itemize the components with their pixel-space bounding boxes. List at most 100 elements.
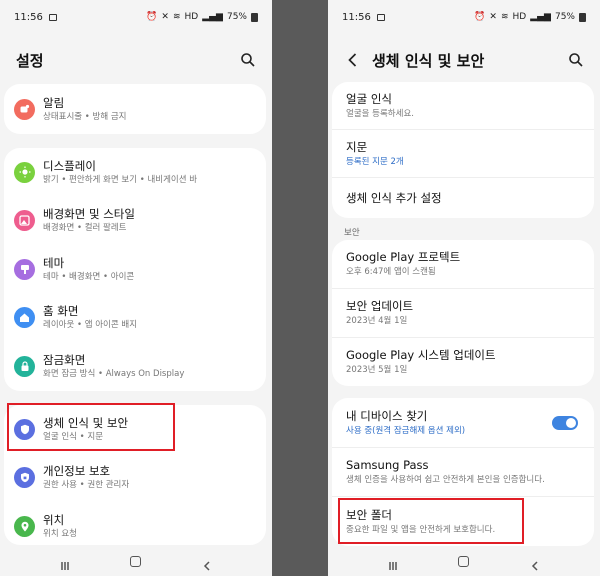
- item-sub: 레이아웃 • 앱 아이콘 배지: [43, 320, 138, 331]
- item-label: Google Play 시스템 업데이트: [346, 348, 496, 362]
- settings-screen: 11:56 ⏰ ✕ ≋ HD ▂▄▆ 75% 설정 알림 상태표시줄 • 방해 금…: [0, 0, 272, 576]
- network-label: HD: [512, 12, 527, 22]
- item-sub: 권한 사용 • 권한 관리자: [43, 480, 130, 491]
- mute-icon: ✕: [489, 12, 497, 22]
- privacy-shield-icon: [14, 467, 35, 489]
- app-header: 생체 인식 및 보안: [328, 40, 600, 80]
- recent-apps-icon[interactable]: [60, 556, 70, 570]
- back-nav-icon[interactable]: [530, 556, 540, 571]
- settings-item-notifications[interactable]: 알림 상태표시줄 • 방해 금지: [4, 84, 266, 134]
- back-arrow-icon[interactable]: [344, 51, 362, 69]
- item-sub: 사용 중(원격 잠금해제 옵션 제외): [346, 425, 466, 436]
- item-label: 홈 화면: [43, 304, 79, 319]
- navigation-bar: [0, 546, 272, 576]
- alarm-icon: ⏰: [146, 12, 158, 22]
- app-header: 설정: [0, 40, 272, 80]
- item-label: 잠금화면: [43, 352, 86, 367]
- security-update-item[interactable]: 보안 업데이트 2023년 4월 1일: [332, 289, 594, 338]
- security-group: Google Play 프로텍트 오후 6:47에 앱이 스캔됨 보안 업데이트…: [332, 240, 594, 386]
- screen-divider: [272, 0, 328, 576]
- item-sub: 오후 6:47에 앱이 스캔됨: [346, 267, 436, 277]
- navigation-bar: [328, 546, 600, 576]
- signal-icon: ▂▄▆: [202, 12, 223, 22]
- battery-icon: [579, 12, 586, 22]
- status-time: 11:56: [14, 11, 43, 23]
- item-label: 배경화면 및 스타일: [43, 207, 135, 222]
- item-label: 알림: [43, 95, 65, 110]
- item-label: 보안 업데이트: [346, 299, 414, 313]
- item-sub: 위치 요청: [43, 528, 77, 539]
- status-icons: ⏰ ✕ ≋ HD ▂▄▆ 75%: [146, 12, 258, 22]
- search-icon[interactable]: [568, 52, 584, 68]
- page-title: 생체 인식 및 보안: [372, 51, 485, 70]
- gallery-notification-icon: [48, 13, 57, 21]
- item-sub: 밝기 • 편안하게 화면 보기 • 내비게이션 바: [43, 174, 198, 185]
- item-label: 지문: [346, 139, 368, 154]
- back-nav-icon[interactable]: [202, 556, 212, 571]
- item-sub: 배경화면 • 컬러 팔레트: [43, 223, 127, 234]
- play-system-update-item[interactable]: Google Play 시스템 업데이트 2023년 5월 1일: [332, 338, 594, 386]
- item-sub: 생체 인증을 사용하여 쉽고 안전하게 본인을 인증합니다.: [346, 475, 545, 485]
- additional-biometrics-item[interactable]: 생체 인식 추가 설정: [332, 178, 594, 218]
- brightness-icon: [14, 161, 35, 183]
- bell-icon: [14, 98, 35, 120]
- biometrics-group: 얼굴 인식 얼굴을 등록하세요. 지문 등록된 지문 2개 생체 인식 추가 설…: [332, 82, 594, 218]
- biometrics-security-screen: 11:56 ⏰ ✕ ≋ HD ▂▄▆ 75% 생체 인식 및 보안 얼굴 인식 …: [328, 0, 600, 576]
- gallery-notification-icon: [376, 13, 385, 21]
- play-protect-item[interactable]: Google Play 프로텍트 오후 6:47에 앱이 스캔됨: [332, 240, 594, 289]
- location-pin-icon: [14, 515, 35, 537]
- mute-icon: ✕: [161, 12, 169, 22]
- home-icon: [14, 307, 35, 329]
- settings-group-display: 디스플레이 밝기 • 편안하게 화면 보기 • 내비게이션 바 배경화면 및 스타…: [4, 148, 266, 391]
- settings-item-wallpaper[interactable]: 배경화면 및 스타일 배경화면 • 컬러 팔레트: [4, 197, 266, 246]
- item-sub: 테마 • 배경화면 • 아이콘: [43, 271, 135, 282]
- item-label: 내 디바이스 찾기: [346, 408, 428, 423]
- find-my-device-item[interactable]: 내 디바이스 찾기 사용 중(원격 잠금해제 옵션 제외): [332, 398, 594, 448]
- lock-icon: [14, 355, 35, 377]
- item-label: 디스플레이: [43, 158, 96, 173]
- item-sub: 얼굴을 등록하세요.: [346, 108, 414, 119]
- settings-group-notifications: 알림 상태표시줄 • 방해 금지: [4, 84, 266, 134]
- wifi-icon: ≋: [172, 12, 181, 22]
- settings-item-location[interactable]: 위치 위치 요청: [4, 502, 266, 545]
- battery-percent: 75%: [226, 12, 247, 22]
- item-sub: 2023년 5월 1일: [346, 365, 408, 375]
- fingerprint-item[interactable]: 지문 등록된 지문 2개: [332, 130, 594, 178]
- settings-item-lock-screen[interactable]: 잠금화면 화면 잠금 방식 • Always On Display: [4, 342, 266, 391]
- face-recognition-item[interactable]: 얼굴 인식 얼굴을 등록하세요.: [332, 82, 594, 130]
- settings-item-privacy[interactable]: 개인정보 보호 권한 사용 • 권한 관리자: [4, 454, 266, 503]
- highlight-box: [7, 403, 175, 451]
- item-label: 테마: [43, 255, 65, 270]
- settings-item-display[interactable]: 디스플레이 밝기 • 편안하게 화면 보기 • 내비게이션 바: [4, 148, 266, 197]
- item-label: 생체 인식 추가 설정: [346, 190, 442, 205]
- wifi-icon: ≋: [500, 12, 509, 22]
- item-label: Samsung Pass: [346, 458, 429, 472]
- item-label: Google Play 프로텍트: [346, 250, 461, 264]
- samsung-pass-item[interactable]: Samsung Pass 생체 인증을 사용하여 쉽고 안전하게 본인을 인증합…: [332, 448, 594, 497]
- recent-apps-icon[interactable]: [388, 556, 398, 570]
- item-sub: 화면 잠금 방식 • Always On Display: [43, 368, 185, 379]
- item-sub: 상태표시줄 • 방해 금지: [43, 111, 127, 122]
- theme-brush-icon: [14, 258, 35, 280]
- item-label: 얼굴 인식: [346, 91, 392, 106]
- home-button-icon[interactable]: [130, 555, 142, 567]
- search-icon[interactable]: [240, 52, 256, 68]
- section-label-security: 보안: [344, 228, 360, 238]
- settings-item-home-screen[interactable]: 홈 화면 레이아웃 • 앱 아이콘 배지: [4, 294, 266, 343]
- battery-percent: 75%: [554, 12, 575, 22]
- battery-icon: [251, 12, 258, 22]
- signal-icon: ▂▄▆: [530, 12, 551, 22]
- item-sub: 2023년 4월 1일: [346, 316, 408, 326]
- network-label: HD: [184, 12, 199, 22]
- item-label: 개인정보 보호: [43, 464, 111, 479]
- page-title: 설정: [16, 51, 44, 70]
- wallpaper-icon: [14, 210, 35, 232]
- alarm-icon: ⏰: [474, 12, 486, 22]
- highlight-box: [338, 498, 524, 544]
- status-time: 11:56: [342, 11, 371, 23]
- status-bar: 11:56 ⏰ ✕ ≋ HD ▂▄▆ 75%: [328, 0, 600, 34]
- item-label: 위치: [43, 512, 65, 527]
- home-button-icon[interactable]: [458, 555, 470, 567]
- settings-item-themes[interactable]: 테마 테마 • 배경화면 • 아이콘: [4, 245, 266, 294]
- find-my-device-toggle[interactable]: [552, 415, 578, 430]
